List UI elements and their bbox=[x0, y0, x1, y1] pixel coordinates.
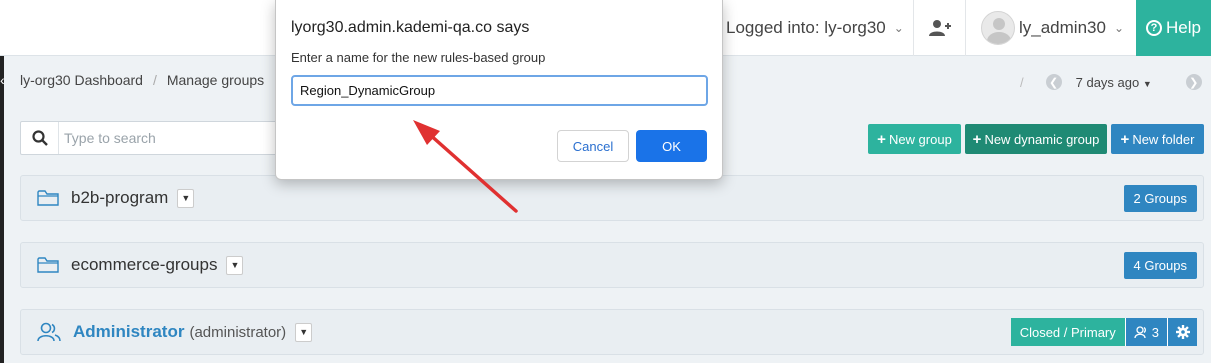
row-dropdown-button[interactable]: ▼ bbox=[226, 255, 244, 275]
row-dropdown-button[interactable]: ▼ bbox=[177, 188, 195, 208]
caret-down-icon: ▼ bbox=[299, 327, 309, 337]
new-group-button[interactable]: + New group bbox=[868, 124, 961, 154]
new-folder-label: New folder bbox=[1132, 131, 1195, 147]
gear-icon bbox=[1175, 325, 1190, 339]
username-label: ly_admin30 bbox=[1019, 18, 1106, 37]
next-period-icon[interactable]: ❯ bbox=[1185, 74, 1202, 90]
folder-name[interactable]: ecommerce-groups bbox=[71, 255, 217, 275]
date-nav-divider: / bbox=[1020, 74, 1024, 90]
prompt-dialog: lyorg30.admin.kademi-qa.co says Enter a … bbox=[275, 0, 723, 180]
new-folder-button[interactable]: + New folder bbox=[1111, 124, 1204, 154]
breadcrumb-item-manage-groups: Manage groups bbox=[166, 72, 265, 88]
chevron-down-icon: ⌄ bbox=[893, 21, 904, 35]
cancel-button[interactable]: Cancel bbox=[557, 130, 629, 162]
folder-icon bbox=[37, 257, 59, 273]
caret-down-icon: ▼ bbox=[181, 193, 191, 203]
plus-icon: + bbox=[972, 130, 982, 148]
group-count-badge: 4 Groups bbox=[1123, 252, 1197, 279]
folder-icon bbox=[37, 190, 59, 206]
help-button[interactable]: ? Help bbox=[1136, 0, 1211, 56]
plus-icon: + bbox=[877, 130, 886, 148]
add-user-icon bbox=[928, 20, 951, 36]
new-group-label: New group bbox=[888, 131, 952, 147]
status-badge: Closed / Primary bbox=[1010, 318, 1125, 346]
list-item-folder[interactable]: ecommerce-groups ▼ 4 Groups bbox=[20, 242, 1204, 288]
previous-period-icon[interactable]: ❮ bbox=[1045, 74, 1062, 90]
org-switcher-label: Logged into: ly-org30 bbox=[726, 18, 886, 37]
search-input[interactable] bbox=[59, 122, 269, 154]
plus-icon: + bbox=[1120, 130, 1130, 148]
sidebar-toggle-icon[interactable]: ‹ bbox=[0, 72, 5, 88]
sidebar-edge bbox=[0, 56, 4, 363]
ok-button[interactable]: OK bbox=[636, 130, 707, 162]
dialog-message: Enter a name for the new rules-based gro… bbox=[291, 50, 546, 65]
list-item-group[interactable]: Administrator (administrator) ▼ Closed /… bbox=[20, 309, 1204, 355]
group-count-badge: 2 Groups bbox=[1123, 185, 1197, 212]
dialog-title: lyorg30.admin.kademi-qa.co says bbox=[291, 19, 530, 36]
group-badges: Closed / Primary 3 bbox=[1010, 318, 1197, 346]
group-identifier: (administrator) bbox=[189, 323, 287, 341]
add-user-button[interactable] bbox=[914, 0, 966, 56]
breadcrumb-separator: / bbox=[152, 72, 157, 88]
breadcrumb-item-dashboard[interactable]: ly-org30 Dashboard bbox=[20, 72, 143, 88]
avatar bbox=[981, 11, 1015, 45]
help-label: Help bbox=[1166, 18, 1201, 37]
list-item-folder[interactable]: b2b-program ▼ 2 Groups bbox=[20, 175, 1204, 221]
group-name-link[interactable]: Administrator bbox=[73, 322, 184, 342]
users-icon bbox=[1134, 325, 1146, 338]
caret-down-icon: ▼ bbox=[1142, 78, 1152, 89]
org-switcher[interactable]: Logged into: ly-org30 ⌄ bbox=[726, 0, 914, 56]
members-badge[interactable]: 3 bbox=[1124, 318, 1167, 346]
row-dropdown-button[interactable]: ▼ bbox=[295, 322, 313, 342]
date-range-dropdown[interactable]: 7 days ago ▼ bbox=[1076, 75, 1152, 90]
chevron-down-icon: ⌄ bbox=[1113, 21, 1125, 35]
date-range-label: 7 days ago bbox=[1075, 74, 1140, 90]
date-navigator: / ❮ 7 days ago ▼ ❯ bbox=[1020, 74, 1202, 90]
caret-down-icon: ▼ bbox=[230, 260, 240, 270]
group-name-input[interactable] bbox=[291, 75, 708, 106]
member-count: 3 bbox=[1151, 324, 1159, 340]
help-icon: ? bbox=[1146, 20, 1163, 36]
users-icon bbox=[37, 322, 61, 342]
user-menu[interactable]: ly_admin30 ⌄ bbox=[966, 0, 1136, 56]
search-icon bbox=[21, 122, 59, 154]
new-dynamic-group-label: New dynamic group bbox=[984, 131, 1100, 147]
search-box bbox=[20, 121, 280, 155]
settings-button[interactable] bbox=[1167, 318, 1197, 346]
breadcrumb: ly-org30 Dashboard / Manage groups bbox=[20, 72, 264, 88]
new-dynamic-group-button[interactable]: + New dynamic group bbox=[965, 124, 1107, 154]
folder-name[interactable]: b2b-program bbox=[71, 188, 168, 208]
